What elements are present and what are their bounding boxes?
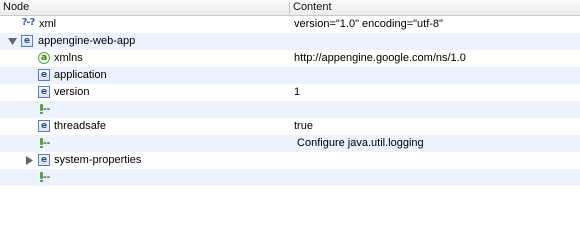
node-label: -- xyxy=(43,171,51,183)
processing-instruction-icon: ?-? xyxy=(21,17,36,28)
content-cell: version="1.0" encoding="utf-8" xyxy=(294,18,443,30)
tree-row-comment[interactable]: -- Configure java.util.logging xyxy=(0,135,580,152)
element-icon: e xyxy=(38,120,50,132)
column-header-bar: Node Content xyxy=(0,0,580,16)
tree-row-xmlns[interactable]: a xmlns http://appengine.google.com/ns/1… xyxy=(0,50,580,67)
node-column-header[interactable]: Node xyxy=(0,0,288,15)
xml-outline-tree: Node Content ?-? xml version="1.0" encod… xyxy=(0,0,580,203)
node-label: application xyxy=(54,69,107,81)
tree-row-system-properties[interactable]: e system-properties xyxy=(0,152,580,169)
node-cell: e appengine-web-app xyxy=(0,33,288,50)
element-icon: e xyxy=(21,35,33,47)
node-label: appengine-web-app xyxy=(38,35,136,47)
collapsed-triangle-icon[interactable] xyxy=(25,156,34,165)
tree-row-appengine-web-app[interactable]: e appengine-web-app xyxy=(0,33,580,50)
node-cell: e threadsafe xyxy=(0,118,288,135)
attribute-icon: a xyxy=(38,52,50,64)
element-icon: e xyxy=(38,69,50,81)
content-column-header[interactable]: Content xyxy=(290,0,580,15)
node-label: -- xyxy=(43,103,51,115)
tree-row-comment[interactable]: -- xyxy=(0,101,580,118)
tree-row-comment[interactable]: -- xyxy=(0,169,580,186)
node-cell: -- xyxy=(0,169,288,186)
node-cell: -- xyxy=(0,101,288,118)
node-cell: ?-? xml xyxy=(0,16,288,33)
node-cell: e system-properties xyxy=(0,152,288,169)
content-cell: 1 xyxy=(294,86,301,98)
node-label: version xyxy=(54,86,90,98)
content-cell: http://appengine.google.com/ns/1.0 xyxy=(294,52,466,64)
tree-row-application[interactable]: e application xyxy=(0,67,580,84)
tree-rows: ?-? xml version="1.0" encoding="utf-8" e… xyxy=(0,16,580,186)
content-cell: Configure java.util.logging xyxy=(294,137,424,149)
node-cell: e application xyxy=(0,67,288,84)
element-icon: e xyxy=(38,154,50,166)
tree-row-threadsafe[interactable]: e threadsafe true xyxy=(0,118,580,135)
node-label: threadsafe xyxy=(54,120,106,132)
node-label: -- xyxy=(43,137,51,149)
node-cell: a xmlns xyxy=(0,50,288,67)
node-label: xmlns xyxy=(54,52,83,64)
node-label: system-properties xyxy=(54,154,142,166)
content-cell: true xyxy=(294,120,313,132)
node-cell: e version xyxy=(0,84,288,101)
tree-row-xml-declaration[interactable]: ?-? xml version="1.0" encoding="utf-8" xyxy=(0,16,580,33)
node-label: xml xyxy=(39,18,57,30)
element-icon: e xyxy=(38,86,50,98)
node-cell: -- xyxy=(0,135,288,152)
tree-row-version[interactable]: e version 1 xyxy=(0,84,580,101)
expanded-triangle-icon[interactable] xyxy=(8,37,17,46)
